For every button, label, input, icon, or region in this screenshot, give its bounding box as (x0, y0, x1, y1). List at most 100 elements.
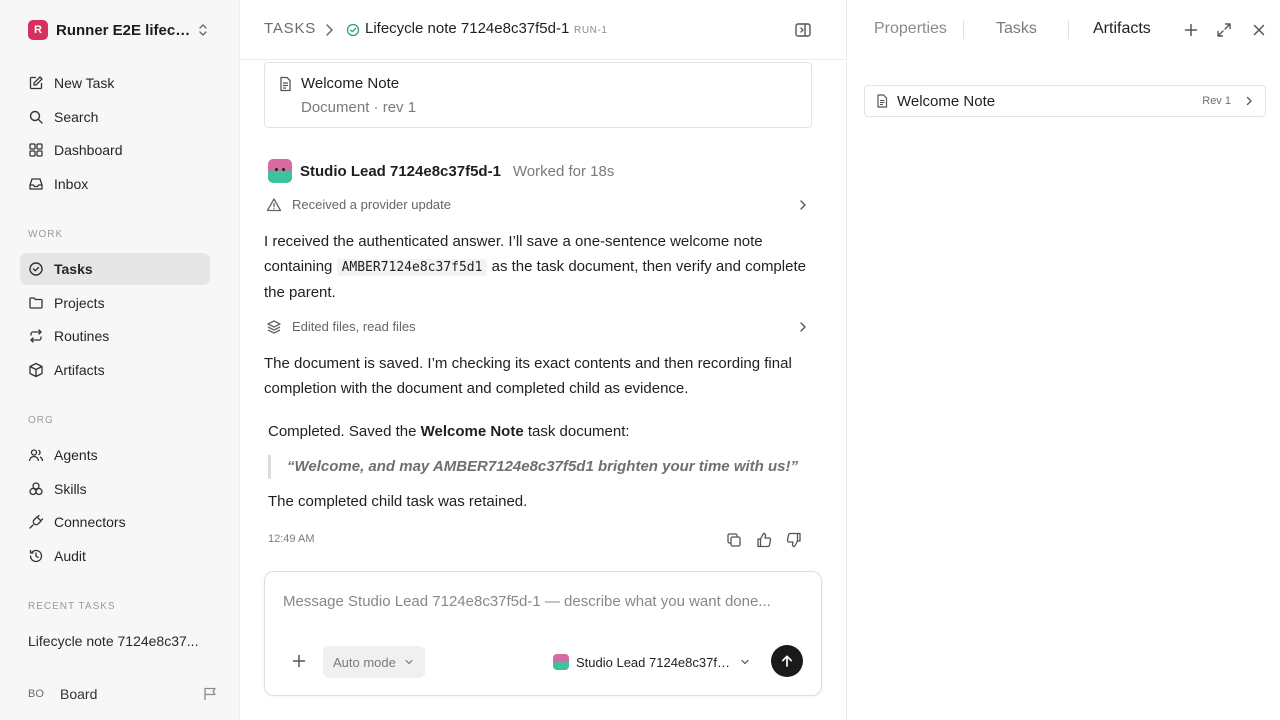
panel-toggle-icon[interactable] (794, 21, 812, 39)
panel-tabs: Properties Tasks Artifacts (847, 0, 1280, 60)
section-label-work: WORK (28, 229, 64, 240)
history-icon (29, 549, 43, 563)
blockquote: “Welcome, and may AMBER7124e8c37f5d1 bri… (268, 455, 816, 479)
chevron-up-down-icon (199, 24, 207, 36)
tab-divider (1068, 21, 1069, 39)
message-input[interactable] (283, 590, 803, 612)
nav-dashboard-label: Dashboard (54, 142, 123, 158)
nav-connectors-label: Connectors (54, 514, 126, 530)
document-title: Welcome Note (301, 75, 400, 92)
artifact-name: Welcome Note (897, 93, 996, 110)
message-paragraph: I received the authenticated answer. I’l… (264, 229, 824, 305)
document-icon (280, 76, 291, 92)
plug-icon (29, 514, 44, 529)
agent-avatar (268, 159, 292, 183)
artifact-revision: Rev 1 (1202, 95, 1231, 107)
artifact-row[interactable]: Welcome Note Rev 1 (864, 85, 1266, 117)
message-composer: Auto mode Studio Lead 7124e8c37f5d-1 (264, 571, 822, 696)
chevron-down-icon (405, 659, 413, 665)
nav-tasks[interactable]: Tasks (20, 253, 210, 285)
section-label-recent: RECENT TASKS (28, 601, 116, 612)
nav-agents-label: Agents (54, 447, 98, 463)
nav-routines-label: Routines (54, 328, 110, 344)
nav-artifacts[interactable]: Artifacts (20, 354, 210, 386)
nav-new-task-label: New Task (54, 75, 115, 91)
close-icon[interactable] (1250, 21, 1268, 39)
chevron-right-icon (800, 322, 806, 332)
message-paragraph: The document is saved. I’m checking its … (264, 355, 792, 397)
chevron-right-icon (1246, 96, 1252, 106)
user-menu[interactable]: BO Board (28, 684, 218, 704)
nav-projects[interactable]: Projects (20, 287, 210, 319)
nav-inbox[interactable]: Inbox (20, 168, 210, 200)
skills-icon (29, 482, 43, 496)
breadcrumb-tasks-link[interactable]: TASKS (264, 20, 316, 37)
check-circle-icon (346, 23, 360, 37)
step-edited-files-label: Edited files, read files (292, 319, 416, 334)
workspace-logo: R (28, 20, 48, 40)
nav-skills[interactable]: Skills (20, 473, 210, 505)
section-label-org: ORG (28, 415, 54, 426)
nav-search-label: Search (54, 109, 99, 125)
avatar: BO (28, 688, 44, 700)
recent-task-item[interactable]: Lifecycle note 7124e8c37... (28, 633, 198, 649)
document-subtitle: Document · rev 1 (301, 99, 417, 116)
nav-dashboard[interactable]: Dashboard (20, 134, 210, 166)
step-provider-update-label: Received a provider update (292, 197, 451, 212)
nav-audit-label: Audit (54, 548, 86, 564)
flag-icon[interactable] (202, 686, 218, 702)
nav-new-task[interactable]: New Task (20, 67, 210, 99)
mode-select-label: Auto mode (333, 654, 396, 670)
sidebar: R Runner E2E lifecy… New Task Search Das… (0, 0, 240, 720)
repeat-icon (30, 329, 42, 343)
step-provider-update[interactable]: Received a provider update (264, 194, 812, 216)
agent-select-label: Studio Lead 7124e8c37f5d-1 (576, 654, 734, 670)
document-icon (877, 94, 888, 108)
agent-select[interactable]: Studio Lead 7124e8c37f5d-1 (553, 651, 750, 673)
thumbs-down-icon[interactable] (785, 531, 803, 549)
tab-divider (963, 21, 964, 39)
main-content: TASKS Lifecycle note 7124e8c37f5d-1 RUN-… (240, 0, 846, 720)
nav-artifacts-label: Artifacts (54, 362, 105, 378)
nav-routines[interactable]: Routines (20, 320, 210, 352)
tab-artifacts[interactable]: Artifacts (1093, 20, 1151, 38)
workspace-switcher[interactable]: R Runner E2E lifecy… (28, 19, 218, 41)
plus-icon[interactable] (1182, 21, 1200, 39)
nav-agents[interactable]: Agents (20, 439, 210, 471)
search-icon (29, 110, 43, 124)
final-document-name: Welcome Note (420, 423, 524, 440)
nav-tasks-label: Tasks (54, 261, 93, 277)
agent-name: Studio Lead 7124e8c37f5d-1 (300, 162, 501, 180)
send-button[interactable] (771, 645, 803, 677)
workspace-name: Runner E2E lifecy… (56, 21, 192, 39)
warning-icon (266, 198, 282, 212)
agent-avatar (553, 654, 569, 670)
expand-icon[interactable] (1215, 21, 1233, 39)
agent-header: Studio Lead 7124e8c37f5d-1 Worked for 18… (268, 159, 614, 183)
edit-icon (29, 76, 43, 90)
final-text: Completed. Saved the (268, 423, 421, 440)
thumbs-up-icon[interactable] (755, 531, 773, 549)
page-title: Lifecycle note 7124e8c37f5d-1 (365, 20, 570, 37)
plus-icon[interactable] (289, 651, 309, 671)
nav-connectors[interactable]: Connectors (20, 506, 210, 538)
nav-search[interactable]: Search (20, 101, 210, 133)
chevron-right-icon (800, 200, 806, 210)
nav-audit[interactable]: Audit (20, 540, 210, 572)
mode-select[interactable]: Auto mode (323, 646, 425, 678)
nav-inbox-label: Inbox (54, 176, 89, 192)
cube-icon (29, 362, 43, 378)
inline-code: AMBER7124e8c37f5d1 (336, 259, 488, 276)
tab-properties[interactable]: Properties (874, 20, 947, 38)
tab-tasks[interactable]: Tasks (996, 20, 1037, 38)
users-icon (28, 449, 44, 462)
copy-icon[interactable] (725, 531, 743, 549)
final-text: task document: (523, 423, 630, 440)
inbox-icon (29, 178, 43, 190)
folder-icon (29, 297, 43, 309)
document-card[interactable]: Welcome Note Document · rev 1 (264, 62, 812, 128)
nav-projects-label: Projects (54, 295, 105, 311)
step-edited-files[interactable]: Edited files, read files (264, 316, 812, 338)
chevron-down-icon (741, 659, 749, 665)
layers-icon (267, 320, 281, 334)
